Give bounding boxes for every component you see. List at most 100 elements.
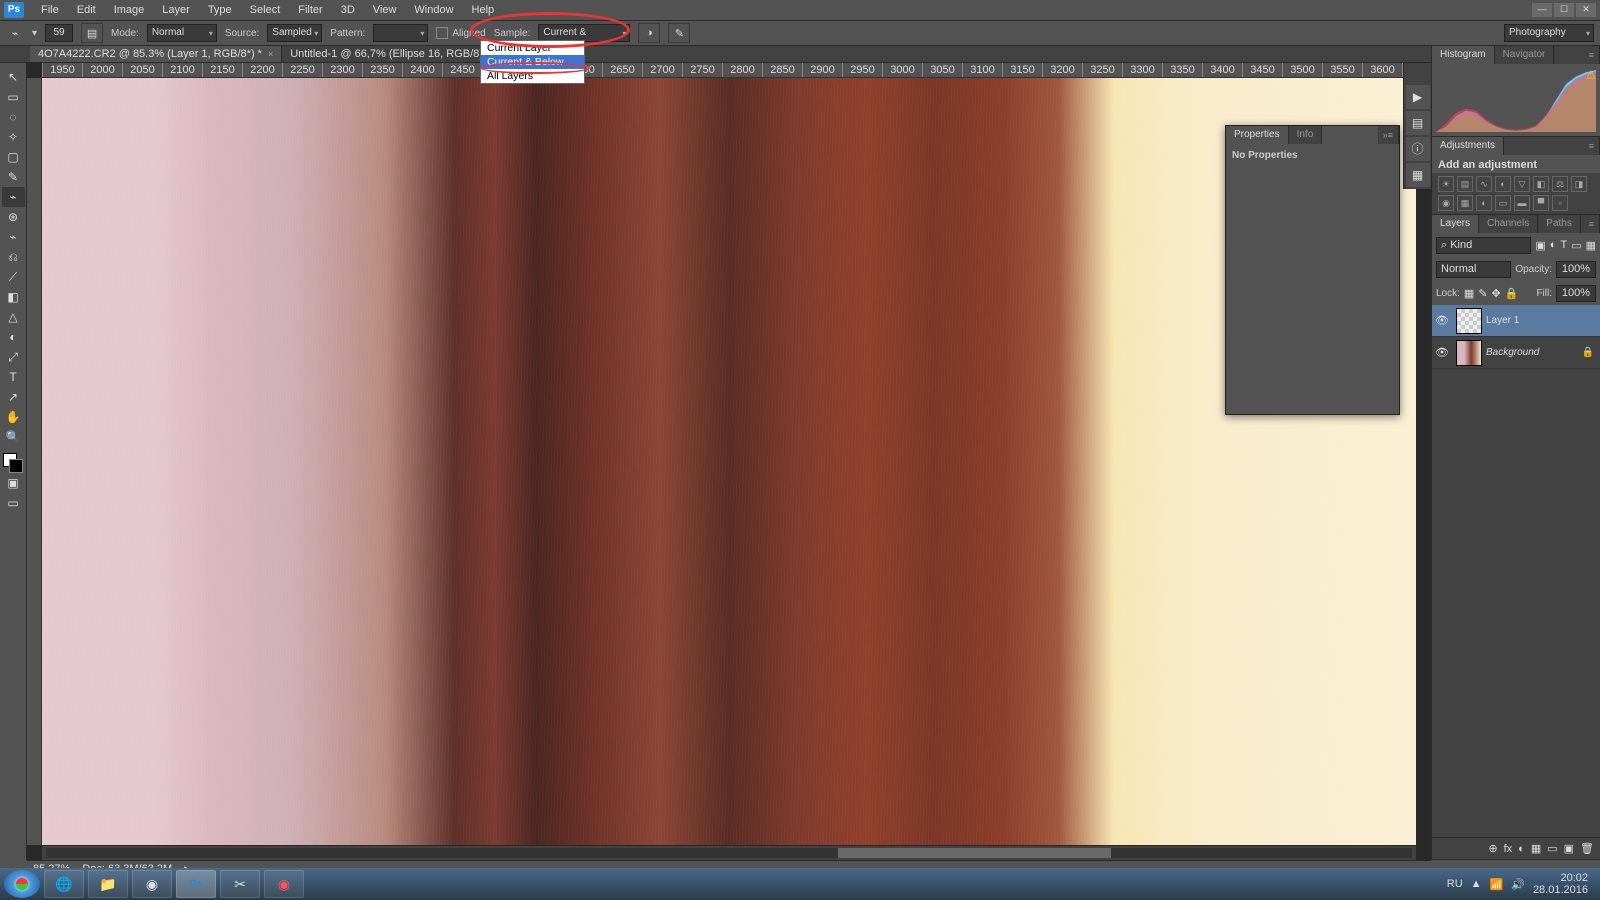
tray-sound-icon[interactable]: 🔊 bbox=[1511, 878, 1525, 891]
hand-tool[interactable]: ✋ bbox=[2, 407, 25, 427]
menu-edit[interactable]: Edit bbox=[68, 4, 105, 16]
adjustments-menu-icon[interactable]: ≡ bbox=[1584, 137, 1600, 155]
taskbar-snip[interactable]: ✂ bbox=[220, 870, 260, 898]
bg-thumbnail[interactable] bbox=[1456, 340, 1482, 366]
history-panel-icon[interactable]: ▶ bbox=[1406, 85, 1430, 109]
info-tab[interactable]: Info bbox=[1289, 126, 1323, 144]
taskbar-record[interactable]: ◉ bbox=[264, 870, 304, 898]
link-layers-icon[interactable]: ⊕ bbox=[1488, 842, 1497, 855]
document-tab-1[interactable]: 4O7A4222.CR2 @ 85.3% (Layer 1, RGB/8*) *… bbox=[30, 46, 282, 62]
workspace-select[interactable]: Photography bbox=[1504, 24, 1594, 42]
layer1-thumbnail[interactable] bbox=[1456, 308, 1482, 334]
window-minimize[interactable]: — bbox=[1532, 3, 1552, 17]
lock-trans-icon[interactable]: ▦ bbox=[1464, 287, 1474, 300]
menu-file[interactable]: File bbox=[32, 4, 68, 16]
pattern-select[interactable] bbox=[373, 24, 428, 42]
layer-filter-kind[interactable]: ⌕ Kind bbox=[1436, 237, 1531, 254]
paths-tab[interactable]: Paths bbox=[1538, 215, 1581, 233]
ignore-adjustment-button[interactable]: ◑ bbox=[638, 23, 660, 43]
clone-stamp-tool[interactable]: ⌁ bbox=[2, 227, 25, 247]
filter-type-icon[interactable]: T bbox=[1560, 239, 1567, 251]
new-layer-icon[interactable]: ▣ bbox=[1564, 842, 1574, 855]
taskbar-ie[interactable]: 🌐 bbox=[44, 870, 84, 898]
properties-panel[interactable]: Properties Info »≡ No Properties bbox=[1225, 125, 1400, 415]
adj-selectivecolor[interactable]: ▫ bbox=[1552, 195, 1568, 211]
tab1-close-icon[interactable]: × bbox=[268, 47, 273, 62]
histogram-menu-icon[interactable]: ≡ bbox=[1584, 46, 1600, 64]
layers-menu-icon[interactable]: ≡ bbox=[1584, 215, 1600, 233]
adj-vibrance[interactable]: ▽ bbox=[1514, 176, 1530, 192]
histogram-tab[interactable]: Histogram bbox=[1432, 46, 1495, 64]
sample-option-current-below[interactable]: Current & Below bbox=[481, 55, 584, 69]
layer1-visibility-icon[interactable]: 👁 bbox=[1432, 314, 1452, 327]
menu-help[interactable]: Help bbox=[463, 4, 504, 16]
dodge-tool[interactable]: ◐ bbox=[2, 327, 25, 347]
properties-tab[interactable]: Properties bbox=[1226, 126, 1289, 144]
source-select[interactable]: Sampled bbox=[267, 24, 322, 42]
swatches-panel-icon[interactable]: ▦ bbox=[1406, 163, 1430, 187]
filter-image-icon[interactable]: ▣ bbox=[1535, 239, 1545, 252]
opacity-value[interactable]: 100% bbox=[1556, 261, 1596, 278]
window-maximize[interactable]: ☐ bbox=[1554, 3, 1574, 17]
menu-select[interactable]: Select bbox=[241, 4, 290, 16]
canvas[interactable] bbox=[42, 78, 1416, 845]
adj-threshold[interactable]: ▬ bbox=[1514, 195, 1530, 211]
adj-invert[interactable]: ◐ bbox=[1476, 195, 1492, 211]
adjustment-layer-icon[interactable]: ▦ bbox=[1531, 842, 1541, 855]
adj-colorbalance[interactable]: ⚖ bbox=[1552, 176, 1568, 192]
navigator-tab[interactable]: Navigator bbox=[1495, 46, 1555, 64]
actions-panel-icon[interactable]: ▤ bbox=[1406, 111, 1430, 135]
lock-pixels-icon[interactable]: ✎ bbox=[1478, 287, 1487, 300]
adjustments-tab[interactable]: Adjustments bbox=[1432, 137, 1504, 155]
fill-value[interactable]: 100% bbox=[1556, 285, 1596, 302]
adj-channelmixer[interactable]: ▦ bbox=[1457, 195, 1473, 211]
eyedropper-tool[interactable]: ✎ bbox=[2, 167, 25, 187]
healing-brush-tool[interactable]: ⌁ bbox=[2, 187, 25, 207]
brush-preset-button[interactable]: ▤ bbox=[81, 23, 103, 43]
document-tab-2[interactable]: Untitled-1 @ 66,7% (Ellipse 16, RGB/8) *… bbox=[282, 46, 510, 62]
filter-adjust-icon[interactable]: ◐ bbox=[1550, 239, 1557, 251]
tray-clock[interactable]: 20:02 28.01.2016 bbox=[1533, 872, 1588, 896]
blend-mode-select[interactable]: Normal bbox=[1436, 261, 1511, 278]
menu-view[interactable]: View bbox=[364, 4, 406, 16]
menu-3d[interactable]: 3D bbox=[332, 4, 364, 16]
menu-type[interactable]: Type bbox=[199, 4, 241, 16]
tray-flag-icon[interactable]: ▲ bbox=[1471, 878, 1482, 890]
ruler-vertical[interactable] bbox=[27, 78, 42, 845]
history-brush-tool[interactable]: ⎌ bbox=[2, 247, 25, 267]
delete-layer-icon[interactable]: 🗑 bbox=[1580, 842, 1594, 855]
group-icon[interactable]: ▭ bbox=[1547, 842, 1557, 855]
layer-row-1[interactable]: 👁 Layer 1 bbox=[1432, 305, 1600, 337]
sample-option-all-layers[interactable]: All Layers bbox=[481, 69, 584, 83]
lock-pos-icon[interactable]: ✥ bbox=[1492, 287, 1501, 300]
panel-menu-icon[interactable]: »≡ bbox=[1378, 126, 1399, 144]
mask-icon[interactable]: ◐ bbox=[1518, 843, 1525, 855]
adj-curves[interactable]: ∿ bbox=[1476, 176, 1492, 192]
layer1-name[interactable]: Layer 1 bbox=[1486, 315, 1519, 326]
eraser-tool[interactable]: ⟋ bbox=[2, 267, 25, 287]
ruler-horizontal[interactable]: 1950200020502100215022002250230023502400… bbox=[42, 63, 1416, 78]
adj-bw[interactable]: ◨ bbox=[1571, 176, 1587, 192]
adj-levels[interactable]: ▤ bbox=[1457, 176, 1473, 192]
menu-image[interactable]: Image bbox=[105, 4, 154, 16]
type-tool[interactable]: T bbox=[2, 367, 25, 387]
fx-icon[interactable]: fx bbox=[1504, 843, 1513, 855]
info-panel-icon[interactable]: ⓘ bbox=[1406, 137, 1430, 161]
move-tool[interactable]: ↖ bbox=[2, 67, 25, 87]
blur-tool[interactable]: △ bbox=[2, 307, 25, 327]
bg-name[interactable]: Background bbox=[1486, 347, 1539, 358]
taskbar-chrome[interactable]: ◉ bbox=[132, 870, 172, 898]
h-scrollbar[interactable] bbox=[42, 846, 1416, 860]
color-swatch[interactable] bbox=[3, 453, 23, 473]
h-scroll-thumb[interactable] bbox=[838, 848, 1111, 858]
pen-tool[interactable]: ⤢ bbox=[2, 347, 25, 367]
menu-filter[interactable]: Filter bbox=[289, 4, 331, 16]
bg-visibility-icon[interactable]: 👁 bbox=[1432, 346, 1452, 359]
filter-shape-icon[interactable]: ▭ bbox=[1571, 239, 1581, 252]
brush-size-field[interactable]: 59 bbox=[45, 24, 73, 42]
quickmask-button[interactable]: ▣ bbox=[2, 473, 25, 493]
window-close[interactable]: ✕ bbox=[1576, 3, 1596, 17]
pressure-button[interactable]: ✎ bbox=[668, 23, 690, 43]
magic-wand-tool[interactable]: ✧ bbox=[2, 127, 25, 147]
marquee-tool[interactable]: ▭ bbox=[2, 87, 25, 107]
